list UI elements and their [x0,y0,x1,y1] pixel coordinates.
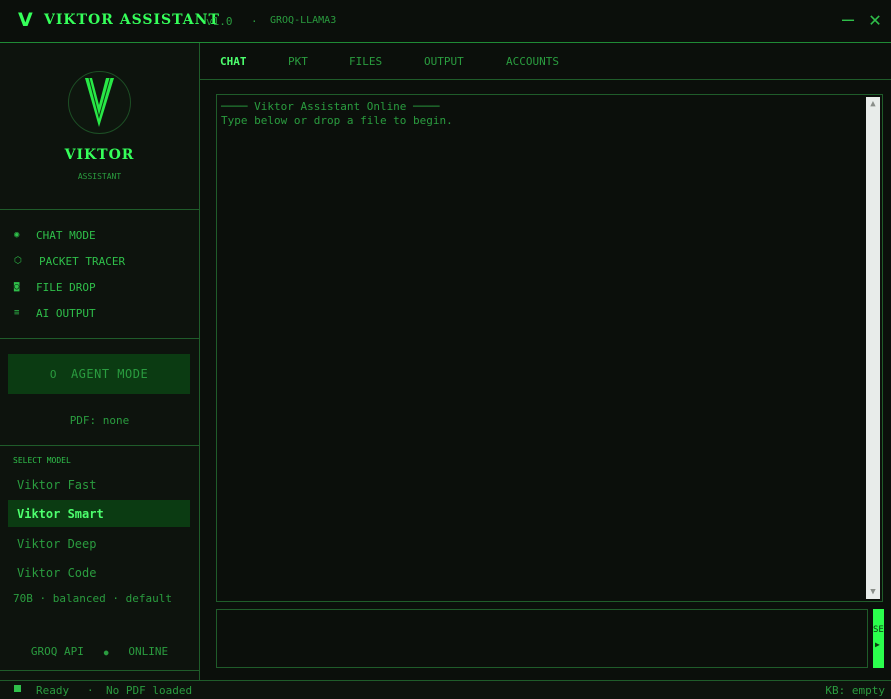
brand-subtitle: ASSISTANT [77,172,122,181]
nav-item-label: CHAT MODE [36,228,96,242]
status-indicator-icon [14,685,21,692]
v-logo-icon [68,71,131,134]
scroll-down-icon[interactable]: ▼ [866,585,880,599]
chat-log[interactable]: ──── Viktor Assistant Online ──── Type b… [216,94,883,602]
model-option-smart[interactable]: Viktor Smart [8,500,190,527]
nav-item-ai-output[interactable]: ≡ AI OUTPUT [14,304,96,322]
nav-item-label: AI OUTPUT [36,306,96,320]
api-status-label: ONLINE [128,645,169,658]
model-option-fast[interactable]: Viktor Fast [8,471,190,498]
tab-pkt[interactable]: PKT [288,55,308,68]
packet-tracer-icon: ⬡ [14,256,22,266]
divider [0,338,199,339]
status-dot-icon: ● [103,648,109,657]
send-label: SEND [873,625,884,635]
divider [0,445,199,446]
tab-chat[interactable]: CHAT [220,55,247,68]
agent-mode-icon: O [49,367,57,381]
chat-header: ──── Viktor Assistant Online ──── [221,100,440,113]
file-drop-icon: ◙ [14,282,20,292]
select-model-heading: SELECT MODEL [13,456,71,465]
api-status: GROQ API ● ONLINE [0,645,199,658]
divider [0,670,199,671]
model-tag: GROQ-LLAMA3 [270,15,337,26]
minimize-button[interactable]: — [840,6,856,32]
tab-accounts[interactable]: ACCOUNTS [506,55,559,68]
ai-output-icon: ≡ [14,308,20,318]
model-description: 70B · balanced · default [13,592,172,605]
brand-name: VIKTOR [64,147,135,163]
pdf-status: PDF: none [69,414,130,427]
message-input[interactable] [216,609,868,668]
nav-item-chat-mode[interactable]: ◉ CHAT MODE [14,226,96,244]
status-ready: Ready [36,684,70,697]
app-logo-icon: V [18,9,33,31]
send-arrow-icon: ▶ [875,640,880,649]
title-bar: V VIKTOR ASSISTANT v1.0 · GROQ-LLAMA3 — … [0,0,891,43]
tab-files[interactable]: FILES [349,55,382,68]
status-separator: · [87,684,94,697]
status-pdf: No PDF loaded [106,684,193,697]
tab-output[interactable]: OUTPUT [424,55,464,68]
close-button[interactable]: ✕ [866,6,884,32]
model-option-code[interactable]: Viktor Code [8,559,190,586]
title-separator: · [251,15,258,28]
scroll-up-icon[interactable]: ▲ [866,97,880,111]
app-title: VIKTOR ASSISTANT [44,12,220,28]
api-name: GROQ API [30,645,84,658]
agent-mode-label: AGENT MODE [70,367,149,381]
nav-item-label: PACKET TRACER [39,254,126,268]
chat-scrollbar[interactable]: ▲ ▼ [866,97,880,599]
sidebar: VIKTOR ASSISTANT ◉ CHAT MODE ⬡ PACKET TR… [0,43,200,680]
model-option-deep[interactable]: Viktor Deep [8,530,190,557]
chat-mode-icon: ◉ [14,230,20,240]
status-kb: KB: empty [825,684,885,697]
divider [0,209,199,210]
nav-item-file-drop[interactable]: ◙ FILE DROP [14,278,96,296]
nav-item-label: FILE DROP [36,280,96,294]
status-bar: Ready · No PDF loaded KB: empty [0,680,891,699]
tab-bar: CHAT PKT FILES OUTPUT ACCOUNTS [200,43,891,80]
agent-mode-button[interactable]: O AGENT MODE [8,354,190,394]
nav-item-packet-tracer[interactable]: ⬡ PACKET TRACER [14,252,125,270]
chat-hint: Type below or drop a file to begin. [221,114,453,127]
send-button[interactable]: SEND ▶ [873,609,884,668]
version-label: v1.0 [206,15,233,28]
